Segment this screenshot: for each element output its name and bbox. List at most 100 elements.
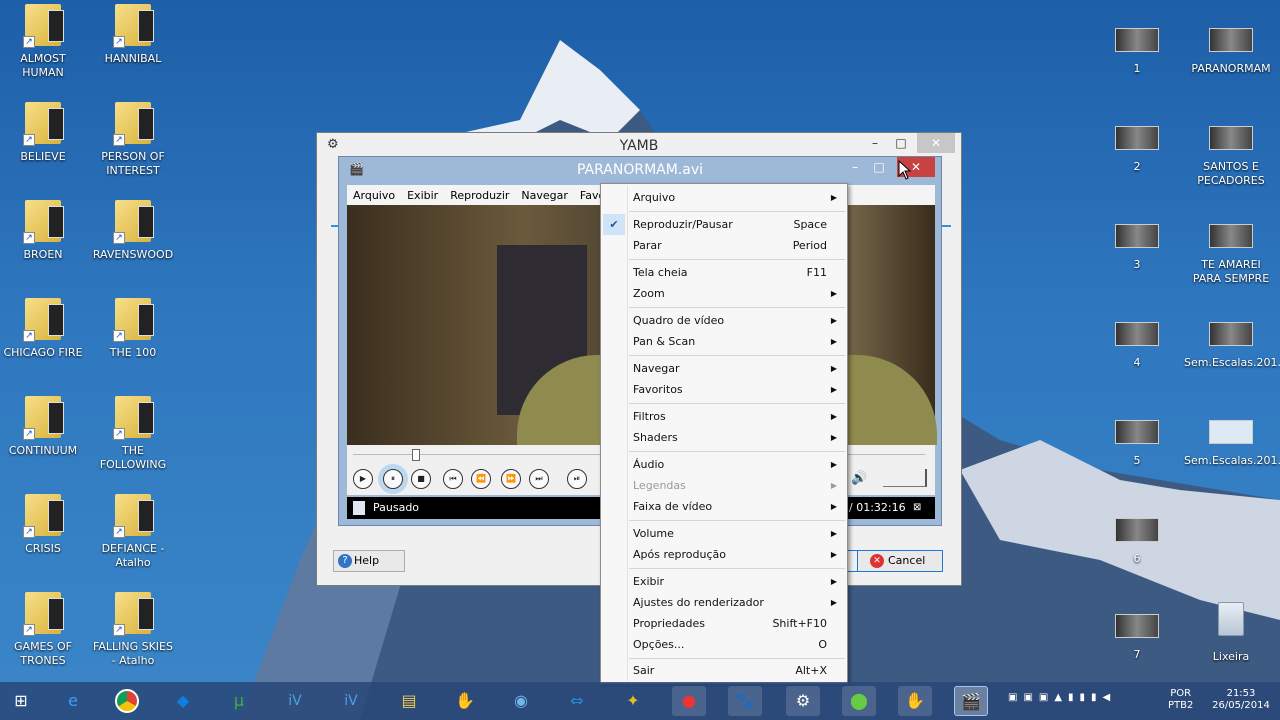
clock[interactable]: 21:53 26/05/2014 bbox=[1206, 688, 1276, 712]
ivo-icon-1[interactable]: iV bbox=[278, 686, 312, 716]
menu-item-quadro-de-video[interactable]: Quadro de vídeo ▶ bbox=[601, 310, 847, 331]
language-indicator[interactable]: POR PTB2 bbox=[1168, 688, 1193, 712]
stop-button[interactable]: ■ bbox=[411, 469, 431, 489]
menu-exibir[interactable]: Exibir bbox=[401, 189, 444, 202]
app-icon-tool[interactable]: ⚙ bbox=[786, 686, 820, 716]
desktop-icon-4[interactable]: 4 bbox=[1094, 314, 1180, 370]
menu-item-legendas: Legendas ▶ bbox=[601, 475, 847, 496]
cancel-button[interactable]: ✕ Cancel bbox=[857, 550, 943, 572]
folder-icon: ↗ bbox=[113, 396, 154, 440]
menu-item-opcoes[interactable]: Opções... O bbox=[601, 634, 847, 655]
desktop-icon-7[interactable]: 7 bbox=[1094, 606, 1180, 662]
desktop-icon-games-of-trones[interactable]: ↗ GAMES OF TRONES bbox=[0, 592, 86, 668]
mute-icon[interactable]: ⊠ bbox=[913, 497, 921, 519]
speaker-icon[interactable]: 🔊 bbox=[851, 471, 867, 486]
chrome-icon[interactable] bbox=[110, 686, 144, 716]
help-button[interactable]: ? Help bbox=[333, 550, 405, 572]
desktop-icon-believe[interactable]: ↗ BELIEVE bbox=[0, 102, 86, 164]
seek-handle[interactable] bbox=[412, 449, 420, 461]
desktop-icon-sem-escalas-1[interactable]: Sem.Escalas.201... bbox=[1184, 314, 1280, 370]
fast-forward-button[interactable]: ⏩ bbox=[501, 469, 521, 489]
menu-reproduzir[interactable]: Reproduzir bbox=[444, 189, 515, 202]
desktop-icon-crisis[interactable]: ↗ CRISIS bbox=[0, 494, 86, 556]
app-icon-hand[interactable]: ✋ bbox=[898, 686, 932, 716]
folder-icon: ↗ bbox=[113, 200, 154, 244]
minimize-button[interactable]: – bbox=[861, 133, 889, 153]
menu-item-volume[interactable]: Volume ▶ bbox=[601, 523, 847, 544]
rewind-button[interactable]: ⏪ bbox=[471, 469, 491, 489]
desktop-icon-chicago-fire[interactable]: ↗ CHICAGO FIRE bbox=[0, 298, 86, 360]
network-globe-icon[interactable]: ◉ bbox=[504, 686, 538, 716]
submenu-arrow-icon: ▶ bbox=[830, 550, 837, 559]
menu-item-pan-scan[interactable]: Pan & Scan ▶ bbox=[601, 331, 847, 352]
desktop-icon-broen[interactable]: ↗ BROEN bbox=[0, 200, 86, 262]
utorrent-icon[interactable]: µ bbox=[222, 686, 256, 716]
menu-item-favoritos[interactable]: Favoritos ▶ bbox=[601, 379, 847, 400]
desktop-icon-ravenswood[interactable]: ↗ RAVENSWOOD bbox=[90, 200, 176, 262]
menu-item-apos-reproducao[interactable]: Após reprodução ▶ bbox=[601, 544, 847, 565]
file-explorer-icon[interactable]: ▤ bbox=[392, 686, 426, 716]
tray-icons[interactable]: ▣▣▣▲▮▮▮◀ bbox=[1008, 692, 1116, 703]
menu-item-navegar[interactable]: Navegar ▶ bbox=[601, 358, 847, 379]
desktop-icon-continuum[interactable]: ↗ CONTINUUM bbox=[0, 396, 86, 458]
desktop-icon-6[interactable]: 6 bbox=[1094, 510, 1180, 566]
menu-navegar[interactable]: Navegar bbox=[515, 189, 574, 202]
desktop-icon-te-amarei[interactable]: TE AMAREI PARA SEMPRE bbox=[1186, 216, 1276, 286]
desktop-icon-5[interactable]: 5 bbox=[1094, 412, 1180, 468]
desktop-icon-sem-escalas-2[interactable]: Sem.Escalas.201... bbox=[1184, 412, 1280, 468]
menu-item-filtros[interactable]: Filtros ▶ bbox=[601, 406, 847, 427]
maximize-button[interactable]: □ bbox=[887, 133, 915, 153]
submenu-arrow-icon: ▶ bbox=[830, 460, 837, 469]
play-button[interactable]: ▶ bbox=[353, 469, 373, 489]
desktop-icon-defiance[interactable]: ↗ DEFIANCE - Atalho bbox=[90, 494, 176, 570]
internet-explorer-icon[interactable]: e bbox=[56, 686, 90, 716]
app-icon-gimp[interactable]: 🐾 bbox=[728, 686, 762, 716]
menu-item-faixa-de-video[interactable]: Faixa de vídeo ▶ bbox=[601, 496, 847, 517]
media-player-icon[interactable]: ✋ bbox=[448, 686, 482, 716]
menu-item-audio[interactable]: Áudio ▶ bbox=[601, 454, 847, 475]
desktop-icon-3[interactable]: 3 bbox=[1094, 216, 1180, 272]
video-thumbnail-icon bbox=[1115, 224, 1159, 248]
previous-button[interactable]: ⏮ bbox=[443, 469, 463, 489]
ivo-icon-2[interactable]: iV bbox=[334, 686, 368, 716]
document-icon bbox=[353, 501, 365, 515]
menu-item-arquivo[interactable]: Arquivo ▶ bbox=[601, 187, 847, 208]
menu-arquivo[interactable]: Arquivo bbox=[347, 189, 401, 202]
player-maximize-button[interactable]: □ bbox=[865, 157, 893, 177]
menu-item-reproduzir-pausar[interactable]: ✔ Reproduzir/Pausar Space bbox=[601, 214, 847, 235]
desktop-icon-almost-human[interactable]: ↗ ALMOST HUMAN bbox=[0, 4, 86, 80]
desktop-icon-2[interactable]: 2 bbox=[1094, 118, 1180, 174]
submenu-arrow-icon: ▶ bbox=[830, 385, 837, 394]
desktop-icon-person-of-interest[interactable]: ↗ PERSON OF INTEREST bbox=[90, 102, 176, 178]
teamviewer-icon[interactable]: ⇔ bbox=[560, 686, 594, 716]
menu-item-sair[interactable]: Sair Alt+X bbox=[601, 660, 847, 681]
cancel-icon: ✕ bbox=[870, 554, 884, 568]
menu-item-shaders[interactable]: Shaders ▶ bbox=[601, 427, 847, 448]
menu-item-zoom[interactable]: Zoom ▶ bbox=[601, 283, 847, 304]
desktop-icon-the-100[interactable]: ↗ THE 100 bbox=[90, 298, 176, 360]
start-button[interactable]: ⊞ bbox=[4, 686, 38, 716]
menu-item-parar[interactable]: Parar Period bbox=[601, 235, 847, 256]
menu-item-ajustes-do-renderizador[interactable]: Ajustes do renderizador ▶ bbox=[601, 592, 847, 613]
app-icon-green[interactable]: ⬤ bbox=[842, 686, 876, 716]
desktop-icon-santos-e-pecadores[interactable]: SANTOS E PECADORES bbox=[1186, 118, 1276, 188]
frame-step-button[interactable]: ⏯ bbox=[567, 469, 587, 489]
menu-item-tela-cheia[interactable]: Tela cheia F11 bbox=[601, 262, 847, 283]
desktop-icon-lixeira[interactable]: Lixeira bbox=[1186, 598, 1276, 664]
menu-item-exibir[interactable]: Exibir ▶ bbox=[601, 571, 847, 592]
desktop-icon-hannibal[interactable]: ↗ HANNIBAL bbox=[90, 4, 176, 66]
next-button[interactable]: ⏭ bbox=[529, 469, 549, 489]
app-icon-record[interactable]: ● bbox=[672, 686, 706, 716]
app-icon-yellow[interactable]: ✦ bbox=[616, 686, 650, 716]
menu-item-propriedades[interactable]: Propriedades Shift+F10 bbox=[601, 613, 847, 634]
submenu-arrow-icon: ▶ bbox=[830, 577, 837, 586]
app-icon-yamb-active[interactable]: 🎬 bbox=[954, 686, 988, 716]
desktop-icon-the-following[interactable]: ↗ THE FOLLOWING bbox=[90, 396, 176, 472]
pause-button[interactable]: ⏸ bbox=[383, 469, 403, 489]
desktop-icon-paranormam[interactable]: PARANORMAM bbox=[1186, 20, 1276, 76]
dropbox-icon[interactable]: ◆ bbox=[166, 686, 200, 716]
desktop-icon-falling-skies[interactable]: ↗ FALLING SKIES - Atalho bbox=[90, 592, 176, 668]
volume-slider[interactable] bbox=[883, 469, 927, 487]
desktop-icon-1[interactable]: 1 bbox=[1094, 20, 1180, 76]
close-button[interactable]: ✕ bbox=[917, 133, 955, 153]
